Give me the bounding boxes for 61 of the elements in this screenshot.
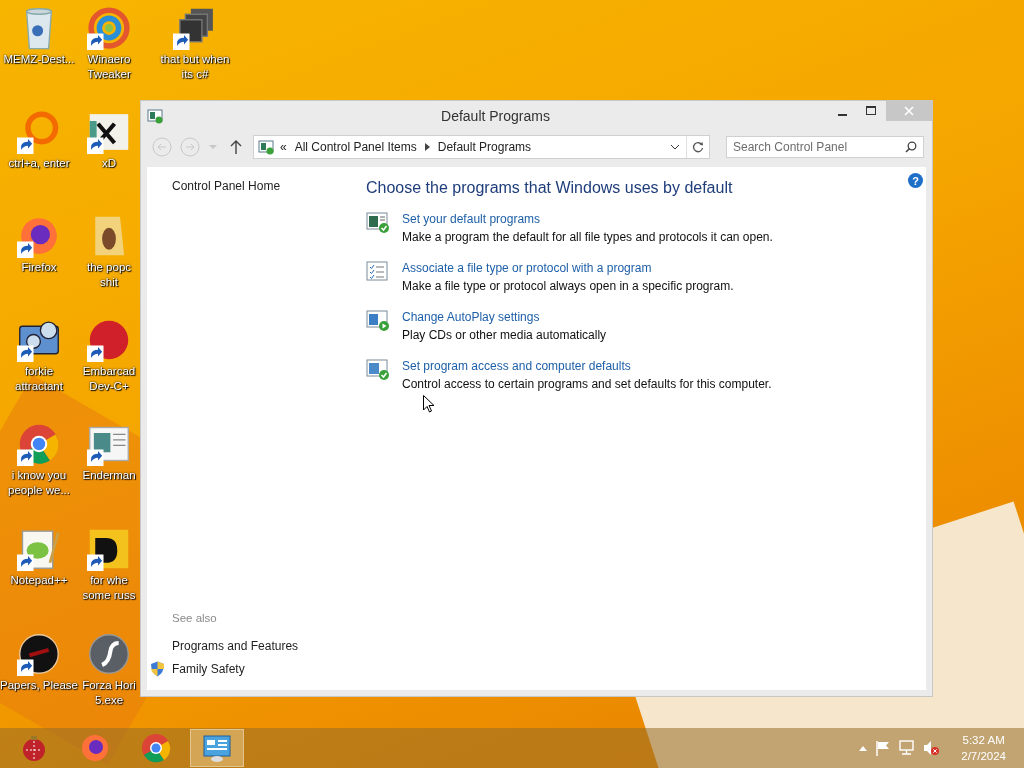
sidebar-link[interactable]: Control Panel Home (147, 179, 347, 193)
desktop-icon-label[interactable]: for whe some russ (82, 573, 136, 603)
close-icon (904, 106, 914, 116)
task-description: Play CDs or other media automatically (402, 327, 607, 344)
speaker-icon[interactable] (923, 740, 940, 756)
desktop-icon-label[interactable]: Notepad++ (10, 573, 68, 588)
up-arrow-icon (230, 140, 242, 154)
control-panel-icon (258, 139, 274, 155)
breadcrumb-arrow-icon[interactable] (424, 143, 430, 151)
app-icon[interactable] (87, 527, 131, 571)
window-check-icon (366, 358, 390, 381)
refresh-icon (692, 141, 704, 153)
browser-icon (140, 732, 172, 764)
sidebar-link[interactable]: Family Safety (172, 661, 245, 676)
app-icon[interactable] (17, 318, 61, 362)
task-link[interactable]: Change AutoPlay settings (402, 309, 607, 325)
desktop-icon-label[interactable]: forkie attractant (15, 364, 63, 394)
desktop-icon-label[interactable]: i know you people we... (8, 468, 70, 498)
control-panel-icon (201, 732, 233, 764)
desktop-icon-label[interactable]: xD (101, 156, 117, 171)
page-heading: Choose the programs that Windows uses by default (366, 179, 733, 197)
breadcrumb[interactable]: Default Programs (437, 140, 532, 154)
see-also-heading: See also (171, 612, 218, 624)
desktop-icon-label[interactable]: Forza Hori 5.exe (82, 678, 136, 708)
clock-time[interactable]: 5:32 AM (962, 732, 1005, 748)
desktop-icon-label[interactable]: MEMZ-Dest... (3, 52, 75, 67)
address-bar[interactable]: « All Control Panel Items Default Programs (253, 135, 710, 159)
dropdown-chevron-icon[interactable] (670, 144, 680, 150)
task-description: Make a file type or protocol always open in a specific program. (402, 278, 734, 295)
desktop-icon-label[interactable]: Embarcad Dev-C+ (82, 364, 136, 394)
task-link[interactable]: Associate a file type or protocol with a program (402, 260, 734, 276)
desktop-icon-label[interactable]: Papers, Please (0, 678, 78, 693)
help-button[interactable]: ? (908, 173, 923, 188)
sidebar-link[interactable]: Programs and Features (172, 638, 299, 653)
task-description: Control access to certain programs and set defaults for this computer. (402, 376, 772, 393)
desktop-icon-label[interactable]: the popc shit (86, 260, 132, 290)
task-link[interactable]: Set your default programs (402, 211, 773, 227)
app-icon[interactable] (87, 632, 131, 676)
breadcrumb[interactable]: All Control Panel Items (294, 140, 417, 154)
browser-icon (79, 732, 111, 764)
maximize-icon (866, 106, 877, 116)
clock-date[interactable]: 2/7/2024 (961, 748, 1006, 764)
desktop-icon-label[interactable]: that but when its c# (160, 52, 230, 82)
window-title: Default Programs (440, 108, 551, 124)
mouse-cursor-icon (423, 395, 435, 413)
minimize-icon (838, 114, 847, 116)
desktop-icon-label[interactable]: Winaero Tweaker (87, 52, 131, 82)
checklist-icon (366, 260, 390, 283)
search-icon[interactable] (905, 141, 917, 153)
overflow-chevron[interactable]: « (280, 140, 287, 154)
media-play-icon (366, 309, 390, 332)
taskbar-app-button[interactable] (190, 729, 244, 767)
window-check-icon (366, 211, 390, 234)
desktop-icon-label[interactable]: Firefox (21, 260, 57, 275)
search-field[interactable]: Search Control Panel (726, 136, 924, 158)
control-panel-icon (147, 108, 163, 124)
task-link[interactable]: Set program access and computer defaults (402, 358, 772, 374)
desktop-icon-label[interactable]: ctrl+a, enter (8, 156, 70, 171)
app-icon[interactable] (17, 632, 61, 676)
desktop-icon-label[interactable]: Enderman (82, 468, 136, 483)
task-description: Make a program the default for all file types and protocols it can open. (402, 229, 773, 246)
